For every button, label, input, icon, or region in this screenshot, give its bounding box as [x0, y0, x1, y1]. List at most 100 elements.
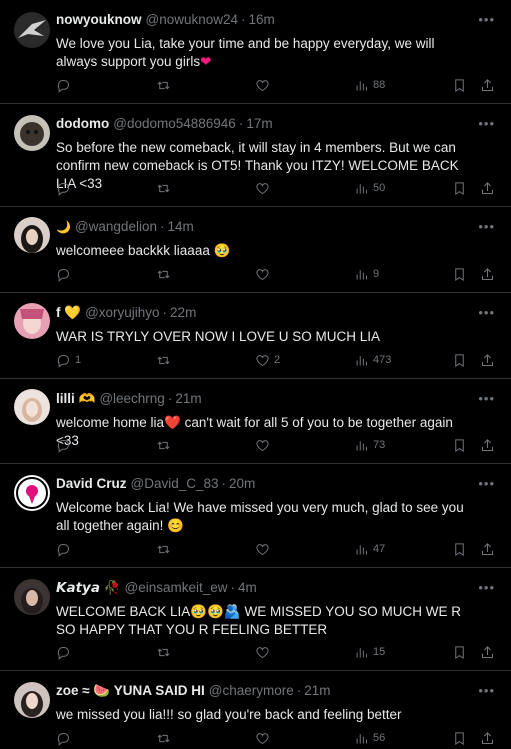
- views-button[interactable]: 473: [354, 351, 391, 369]
- more-icon[interactable]: •••: [478, 12, 495, 27]
- retweet-button[interactable]: [156, 643, 175, 661]
- bookmark-button[interactable]: [452, 76, 467, 94]
- username[interactable]: @xoryujihyo: [85, 304, 159, 322]
- tweet[interactable]: f 💛 @xoryujihyo · 22m ••• WAR IS TRYLY O…: [0, 293, 511, 379]
- views-button[interactable]: 56: [354, 729, 385, 747]
- display-name[interactable]: 𝙆𝙖𝙩𝙮𝙖 🥀: [56, 579, 121, 597]
- more-icon[interactable]: •••: [478, 305, 495, 320]
- views-button[interactable]: 15: [354, 643, 385, 661]
- tweet[interactable]: dodomo @dodomo54886946 · 17m ••• So befo…: [0, 104, 511, 207]
- display-name[interactable]: dodomo: [56, 115, 109, 133]
- avatar[interactable]: [14, 303, 50, 339]
- retweet-button[interactable]: [156, 436, 175, 454]
- reply-button[interactable]: [56, 729, 75, 747]
- username[interactable]: @dodomo54886946: [113, 115, 236, 133]
- bookmark-button[interactable]: [452, 351, 467, 369]
- display-name[interactable]: nowyouknow: [56, 11, 142, 29]
- bookmark-icon: [455, 353, 464, 367]
- tweet[interactable]: 🌙 @wangdelion · 14m ••• welcomeee backkk…: [0, 207, 511, 293]
- timestamp[interactable]: 21m: [175, 390, 201, 408]
- avatar[interactable]: [14, 115, 50, 151]
- retweet-button[interactable]: [156, 540, 175, 558]
- share-button[interactable]: [480, 265, 495, 283]
- reply-button[interactable]: [56, 436, 75, 454]
- bookmark-button[interactable]: [452, 436, 467, 454]
- avatar[interactable]: [14, 579, 50, 615]
- like-button[interactable]: [255, 540, 274, 558]
- username[interactable]: @nowuknow24: [146, 11, 239, 29]
- tweet[interactable]: zoe ≈ 🍉 YUNA SAID HI @chaerymore · 21m •…: [0, 671, 511, 749]
- reply-button[interactable]: 1: [56, 351, 81, 369]
- share-button[interactable]: [480, 351, 495, 369]
- timestamp[interactable]: 20m: [229, 475, 255, 493]
- views-button[interactable]: 9: [354, 265, 379, 283]
- tweet[interactable]: nowyouknow @nowuknow24 · 16m ••• We love…: [0, 0, 511, 104]
- timestamp[interactable]: 17m: [246, 115, 272, 133]
- share-button[interactable]: [480, 729, 495, 747]
- bookmark-button[interactable]: [452, 643, 467, 661]
- display-name[interactable]: lilli 🫶: [56, 390, 95, 408]
- display-name[interactable]: David Cruz: [56, 475, 127, 493]
- reply-button[interactable]: [56, 643, 75, 661]
- more-icon[interactable]: •••: [478, 683, 495, 698]
- username[interactable]: @chaerymore: [209, 682, 294, 700]
- views-button[interactable]: 88: [354, 76, 385, 94]
- display-name[interactable]: 🌙: [56, 218, 71, 236]
- share-button[interactable]: [480, 76, 495, 94]
- more-icon[interactable]: •••: [478, 116, 495, 131]
- retweet-icon: [157, 734, 170, 742]
- timestamp[interactable]: 21m: [304, 682, 330, 700]
- bookmark-button[interactable]: [452, 540, 467, 558]
- retweet-button[interactable]: [156, 179, 175, 197]
- retweet-button[interactable]: [156, 351, 175, 369]
- like-button[interactable]: [255, 436, 274, 454]
- username[interactable]: @David_C_83: [131, 475, 219, 493]
- bookmark-button[interactable]: [452, 265, 467, 283]
- view-count: 15: [373, 646, 386, 658]
- tweet[interactable]: David Cruz @David_C_83 · 20m ••• Welcome…: [0, 464, 511, 568]
- views-button[interactable]: 50: [354, 179, 385, 197]
- like-button[interactable]: [255, 643, 274, 661]
- avatar[interactable]: [14, 389, 50, 425]
- share-button[interactable]: [480, 436, 495, 454]
- bookmark-button[interactable]: [452, 729, 467, 747]
- avatar[interactable]: [14, 12, 50, 48]
- avatar[interactable]: [14, 217, 50, 253]
- avatar[interactable]: [14, 682, 50, 718]
- share-button[interactable]: [480, 643, 495, 661]
- timestamp[interactable]: 4m: [238, 579, 257, 597]
- timestamp[interactable]: 22m: [170, 304, 196, 322]
- username[interactable]: @einsamkeit_ew: [125, 579, 228, 597]
- more-icon[interactable]: •••: [478, 219, 495, 234]
- more-icon[interactable]: •••: [478, 476, 495, 491]
- like-button[interactable]: [255, 179, 274, 197]
- like-button[interactable]: [255, 76, 274, 94]
- tweet[interactable]: 𝙆𝙖𝙩𝙮𝙖 🥀 @einsamkeit_ew · 4m ••• WELCOME …: [0, 568, 511, 671]
- avatar[interactable]: [14, 475, 50, 511]
- like-button[interactable]: [255, 265, 274, 283]
- retweet-button[interactable]: [156, 76, 175, 94]
- views-button[interactable]: 73: [354, 436, 385, 454]
- tweet[interactable]: lilli 🫶 @leechrng · 21m ••• welcome home…: [0, 379, 511, 464]
- more-icon[interactable]: •••: [478, 580, 495, 595]
- reply-button[interactable]: [56, 265, 75, 283]
- timestamp[interactable]: 14m: [167, 218, 193, 236]
- reply-button[interactable]: [56, 540, 75, 558]
- retweet-button[interactable]: [156, 265, 175, 283]
- views-button[interactable]: 47: [354, 540, 385, 558]
- share-button[interactable]: [480, 179, 495, 197]
- bookmark-button[interactable]: [452, 179, 467, 197]
- like-button[interactable]: 2: [255, 351, 280, 369]
- username[interactable]: @wangdelion: [75, 218, 157, 236]
- retweet-button[interactable]: [156, 729, 175, 747]
- bookmark-icon: [455, 438, 464, 452]
- more-icon[interactable]: •••: [478, 391, 495, 406]
- reply-button[interactable]: [56, 76, 75, 94]
- like-button[interactable]: [255, 729, 274, 747]
- username[interactable]: @leechrng: [99, 390, 165, 408]
- display-name[interactable]: f 💛: [56, 304, 81, 322]
- display-name[interactable]: zoe ≈ 🍉 YUNA SAID HI: [56, 682, 205, 700]
- share-button[interactable]: [480, 540, 495, 558]
- timestamp[interactable]: 16m: [249, 11, 275, 29]
- reply-button[interactable]: [56, 179, 75, 197]
